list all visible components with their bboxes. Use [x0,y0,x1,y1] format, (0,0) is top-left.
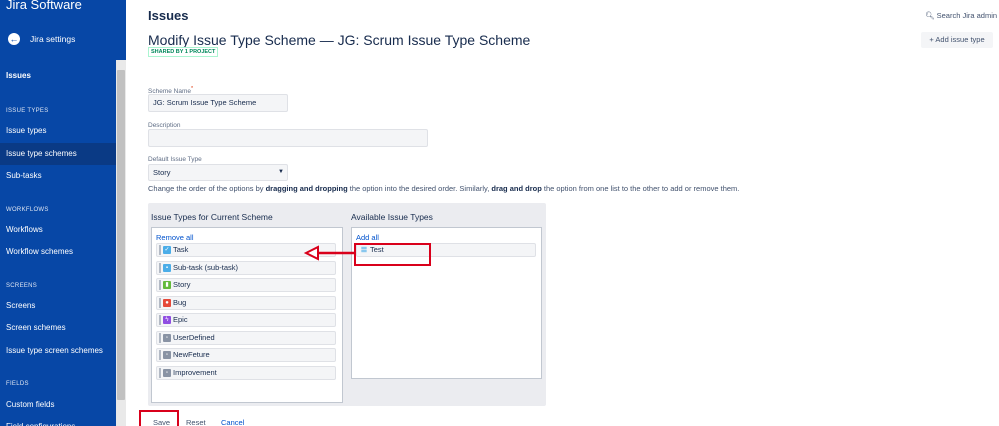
current-scheme-item[interactable]: ▫ NewFeture [156,348,336,362]
drag-handle-icon[interactable] [159,262,161,273]
sidebar-item-field-configurations[interactable]: Field configurations [0,416,116,426]
sidebar-item-screen-schemes[interactable]: Screen schemes [0,317,116,339]
sidebar: Jira Software ← Jira settings Issues ISS… [0,0,126,426]
description-label: Description [148,122,181,129]
current-scheme-item[interactable]: ▪ Sub-task (sub-task) [156,260,336,275]
search-icon: 🔍︎ [925,11,935,20]
sidebar-section-screens: SCREENS [6,283,38,289]
current-scheme-item-label: Improvement [173,367,217,377]
back-to-settings[interactable]: ← Jira settings [8,33,75,45]
current-scheme-item-label: Task [173,245,189,254]
reset-button[interactable]: Reset [186,418,206,426]
description-input[interactable] [148,129,428,147]
arrow-left-icon: ← [8,33,20,45]
subtask-icon: ▪ [163,263,171,272]
current-scheme-item[interactable]: ϟ Epic [156,313,336,327]
plus-icon: + [929,35,934,44]
current-scheme-item-label: Bug [173,297,187,307]
issue-types-panel: Issue Types for Current Scheme Remove al… [148,203,546,406]
back-label: Jira settings [30,34,76,44]
add-issue-type-label: Add issue type [935,35,985,44]
help-text: Change the order of the options by dragg… [148,184,739,193]
search-placeholder: Search Jira admin [936,11,998,20]
page-title: Modify Issue Type Scheme — JG: Scrum Iss… [148,32,531,48]
current-scheme-item[interactable]: ▫ UserDefined [156,330,336,345]
drag-handle-icon[interactable] [159,350,161,360]
current-scheme-item-label: Sub-task (sub-task) [173,262,239,272]
add-issue-type-button[interactable]: + Add issue type [921,32,993,48]
chevron-down-icon: ▼ [278,169,284,175]
cancel-button[interactable]: Cancel [221,418,244,426]
drag-handle-icon[interactable] [159,280,161,290]
default-issue-type-select[interactable]: Story ▼ [148,164,288,181]
default-issue-type-value: Story [153,168,171,177]
annotation-arrow-icon [303,245,354,261]
sidebar-item-issue-type-screen-schemes[interactable]: Issue type screen schemes [0,340,116,362]
help-text-bold: dragging and dropping [265,184,348,193]
sidebar-section-fields: FIELDS [6,381,29,387]
drag-handle-icon[interactable] [159,297,161,308]
bug-icon: ● [163,298,171,307]
annotation-box-save [139,410,179,426]
sidebar-item-issue-type-schemes[interactable]: Issue type schemes [0,143,116,165]
task-icon: ✓ [163,246,171,254]
brand-logo[interactable]: Jira Software [6,0,82,12]
page-heading: Issues [148,8,189,23]
current-scheme-item[interactable]: ▮ Story [156,278,336,292]
current-scheme-title: Issue Types for Current Scheme [151,212,273,222]
help-text-part: the option into the desired order. Simil… [347,184,492,193]
help-text-part: Change the order of the options by [148,184,266,193]
sidebar-item-issues[interactable]: Issues [0,65,116,87]
current-scheme-item-label: Story [173,280,191,289]
remove-all-link[interactable]: Remove all [156,233,194,242]
scheme-name-input[interactable]: JG: Scrum Issue Type Scheme [148,94,288,112]
current-scheme-item[interactable]: ▫ Improvement [156,365,336,380]
help-text-bold: drag and drop [491,184,542,193]
current-scheme-item[interactable]: ● Bug [156,295,336,310]
sidebar-item-screens[interactable]: Screens [0,295,116,317]
drag-handle-icon[interactable] [159,332,161,343]
current-scheme-item-label: UserDefined [173,332,215,342]
sidebar-item-workflow-schemes[interactable]: Workflow schemes [0,241,116,263]
sidebar-item-workflows[interactable]: Workflows [0,219,116,241]
sidebar-scrollbar[interactable] [116,60,126,426]
story-icon: ▮ [163,281,171,289]
admin-search[interactable]: 🔍︎ Search Jira admin [925,11,997,20]
help-text-part: the option from one list to the other to… [541,184,740,193]
drag-handle-icon[interactable] [159,367,161,378]
sidebar-item-sub-tasks[interactable]: Sub-tasks [0,165,116,187]
default-issue-type-label: Default Issue Type [148,156,202,163]
shared-lozenge[interactable]: SHARED BY 1 PROJECT [148,47,219,57]
sidebar-item-issue-types[interactable]: Issue types [0,120,116,142]
sidebar-section-workflows: WORKFLOWS [6,207,49,213]
drag-handle-icon[interactable] [159,315,161,325]
drag-handle-icon[interactable] [159,245,161,255]
sidebar-item-custom-fields[interactable]: Custom fields [0,394,116,416]
annotation-box-test [354,243,431,266]
generic-issue-icon: ▫ [163,368,171,377]
required-marker: * [191,86,194,92]
epic-icon: ϟ [163,316,171,324]
add-all-link[interactable]: Add all [356,233,379,242]
current-scheme-item-label: NewFeture [173,350,210,359]
generic-issue-icon: ▫ [163,333,171,342]
available-types-title: Available Issue Types [351,212,433,222]
generic-issue-icon: ▫ [163,351,171,359]
sidebar-section-issue-types: ISSUE TYPES [6,108,49,114]
current-scheme-item-label: Epic [173,315,188,324]
scrollbar-thumb[interactable] [117,70,125,400]
